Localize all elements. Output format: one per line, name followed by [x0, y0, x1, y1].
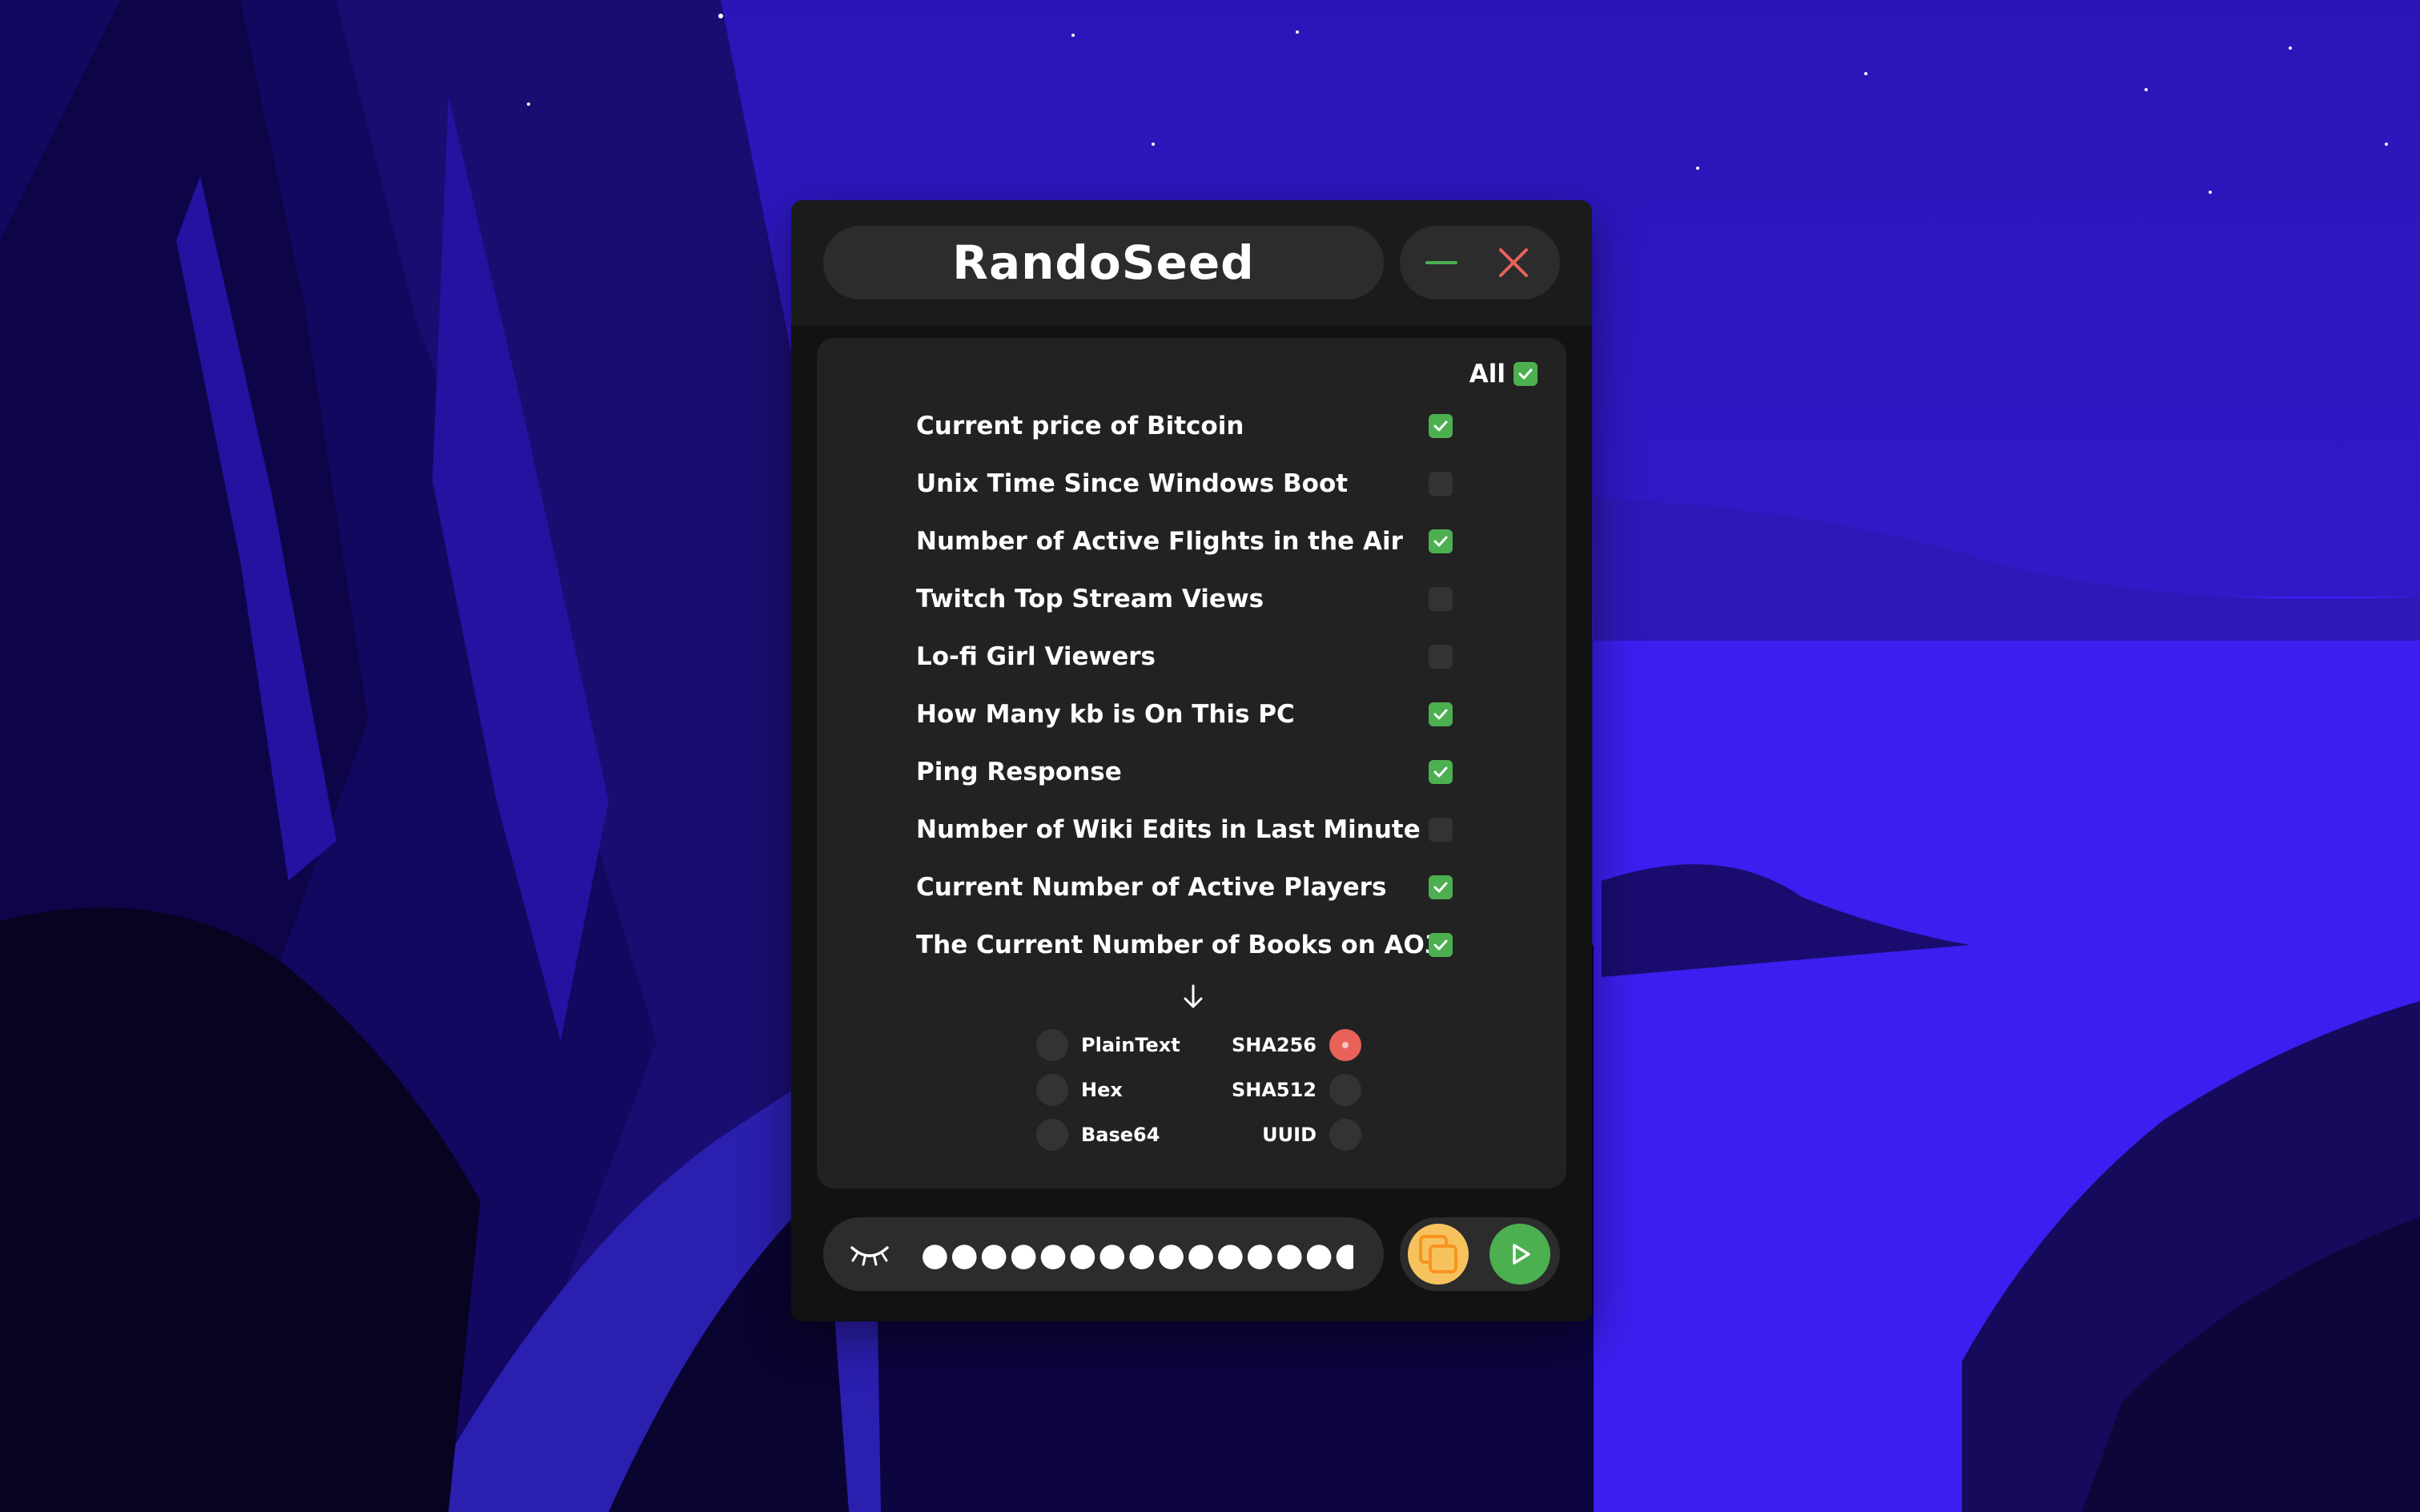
format-radio[interactable]: [1036, 1029, 1068, 1061]
format-options: PlainText Hex Base64 SHA256 SHA512 UUID: [1009, 1027, 1377, 1171]
source-checkbox[interactable]: [1429, 529, 1453, 553]
app-window: RandoSeed All Current price of Bitcoin Un…: [791, 200, 1592, 1321]
action-buttons: [1400, 1217, 1560, 1291]
eye-closed-icon: [850, 1246, 889, 1266]
format-radio[interactable]: [1329, 1074, 1361, 1106]
format-option-sha512[interactable]: SHA512: [1232, 1072, 1361, 1108]
format-option-hex[interactable]: Hex: [1036, 1072, 1123, 1108]
source-label: The Current Number of Books on AO3: [916, 931, 1442, 959]
select-all-row: All: [1377, 354, 1538, 394]
source-list: Current price of Bitcoin Unix Time Since …: [916, 397, 1493, 974]
format-label: SHA256: [1231, 1034, 1317, 1056]
source-checkbox[interactable]: [1429, 760, 1453, 784]
source-label: Ping Response: [916, 758, 1122, 786]
source-checkbox[interactable]: [1429, 875, 1453, 899]
source-item: Twitch Top Stream Views: [916, 570, 1493, 628]
generate-button[interactable]: [1489, 1224, 1550, 1285]
app-title-pill: RandoSeed: [823, 226, 1384, 300]
source-label: Lo-fi Girl Viewers: [916, 642, 1156, 671]
reveal-toggle-button[interactable]: [847, 1235, 892, 1273]
source-checkbox[interactable]: [1429, 702, 1453, 726]
close-icon: [1499, 248, 1528, 277]
format-label: Hex: [1081, 1079, 1123, 1101]
play-icon: [1513, 1244, 1530, 1265]
copy-icon: [1419, 1235, 1457, 1273]
format-radio[interactable]: [1329, 1119, 1361, 1151]
source-label: Current price of Bitcoin: [916, 412, 1244, 440]
copy-button[interactable]: [1408, 1224, 1469, 1285]
seed-output-field[interactable]: [919, 1228, 1355, 1281]
source-item: Lo-fi Girl Viewers: [916, 628, 1493, 686]
source-item: Number of Active Flights in the Air: [916, 513, 1493, 570]
format-radio[interactable]: [1036, 1074, 1068, 1106]
format-label: PlainText: [1081, 1034, 1180, 1056]
format-radio[interactable]: [1329, 1029, 1361, 1061]
format-label: UUID: [1262, 1124, 1317, 1146]
source-label: Unix Time Since Windows Boot: [916, 469, 1349, 498]
source-checkbox[interactable]: [1429, 818, 1453, 842]
source-item: Unix Time Since Windows Boot: [916, 455, 1493, 513]
source-item: Number of Wiki Edits in Last Minute: [916, 801, 1493, 859]
title-bar: RandoSeed: [791, 200, 1592, 325]
source-checkbox[interactable]: [1429, 933, 1453, 957]
format-option-plaintext[interactable]: PlainText: [1036, 1027, 1180, 1064]
source-item: How Many kb is On This PC: [916, 686, 1493, 743]
select-all-checkbox[interactable]: [1514, 362, 1538, 386]
source-checkbox[interactable]: [1429, 587, 1453, 611]
format-radio[interactable]: [1036, 1119, 1068, 1151]
source-checkbox[interactable]: [1429, 645, 1453, 669]
format-option-sha256[interactable]: SHA256: [1232, 1027, 1361, 1064]
source-label: How Many kb is On This PC: [916, 700, 1295, 729]
source-item: Current Number of Active Players: [916, 859, 1493, 916]
format-label: Base64: [1081, 1124, 1160, 1146]
source-checkbox[interactable]: [1429, 472, 1453, 496]
minimize-icon: [1425, 261, 1457, 264]
source-label: Current Number of Active Players: [916, 873, 1387, 902]
format-label: SHA512: [1231, 1079, 1317, 1101]
format-option-uuid[interactable]: UUID: [1262, 1116, 1361, 1153]
source-panel: All Current price of Bitcoin Unix Time Si…: [817, 338, 1566, 1188]
source-label: Number of Active Flights in the Air: [916, 527, 1403, 556]
arrow-down-icon: [1184, 984, 1203, 1008]
format-option-base64[interactable]: Base64: [1036, 1116, 1160, 1153]
minimize-button[interactable]: [1417, 239, 1465, 287]
source-label: Number of Wiki Edits in Last Minute: [916, 815, 1421, 844]
source-checkbox[interactable]: [1429, 414, 1453, 438]
source-item: The Current Number of Books on AO3: [916, 916, 1493, 974]
source-item: Current price of Bitcoin: [916, 397, 1493, 455]
close-button[interactable]: [1489, 239, 1538, 287]
window-controls: [1400, 226, 1560, 300]
source-item: Ping Response: [916, 743, 1493, 801]
source-label: Twitch Top Stream Views: [916, 585, 1264, 613]
select-all-label: All: [1469, 360, 1505, 388]
output-bar: [823, 1217, 1384, 1291]
app-title: RandoSeed: [952, 235, 1255, 290]
